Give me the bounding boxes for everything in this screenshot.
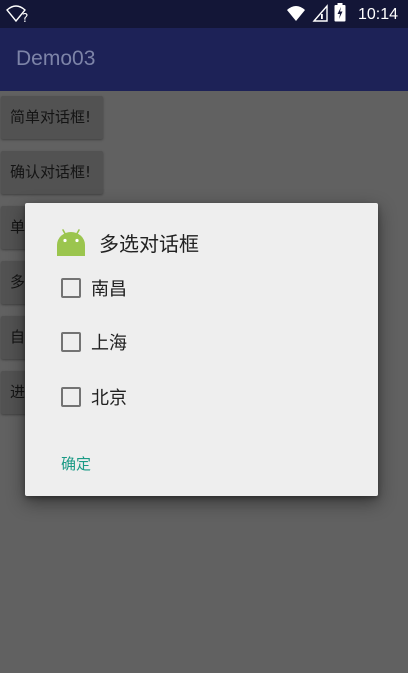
option-label: 南昌 xyxy=(91,279,127,300)
custom-dialog-button[interactable]: 自 xyxy=(1,316,27,359)
dialog-title: 多选对话框 xyxy=(99,231,199,256)
android-icon xyxy=(55,226,87,258)
app-title: Demo03 xyxy=(16,47,96,70)
single-choice-dialog-button[interactable]: 单 xyxy=(1,206,27,249)
progress-dialog-button[interactable]: 进 xyxy=(1,371,27,414)
multi-choice-dialog: 多选对话框 南昌 上海 北京 确定 xyxy=(25,203,378,496)
option-beijing[interactable]: 北京 xyxy=(61,382,127,412)
screen: ? 10:14 Demo03 简单对话框! 确认对话框! 单 多 自 进 多选对… xyxy=(0,0,408,673)
ok-button[interactable]: 确定 xyxy=(59,451,93,476)
option-shanghai[interactable]: 上海 xyxy=(61,327,127,357)
checkbox-shanghai[interactable] xyxy=(61,332,81,352)
multi-choice-dialog-button[interactable]: 多 xyxy=(1,261,27,304)
signal-icon xyxy=(312,3,328,26)
clock: 10:14 xyxy=(357,5,398,23)
simple-dialog-button[interactable]: 简单对话框! xyxy=(1,96,103,139)
wifi-icon xyxy=(286,4,306,26)
option-label: 上海 xyxy=(91,333,127,354)
app-bar: Demo03 xyxy=(0,28,408,91)
status-right: 10:14 xyxy=(286,3,398,26)
status-bar: ? 10:14 xyxy=(0,0,408,28)
dialog-header: 多选对话框 xyxy=(55,226,199,258)
checkbox-nanchang[interactable] xyxy=(61,278,81,298)
option-nanchang[interactable]: 南昌 xyxy=(61,273,127,303)
checkbox-beijing[interactable] xyxy=(61,387,81,407)
battery-charging-icon xyxy=(334,3,346,26)
option-label: 北京 xyxy=(91,388,127,409)
wifi-question-mark: ? xyxy=(22,11,29,25)
status-left: ? xyxy=(6,4,28,26)
confirm-dialog-button[interactable]: 确认对话框! xyxy=(1,151,103,194)
